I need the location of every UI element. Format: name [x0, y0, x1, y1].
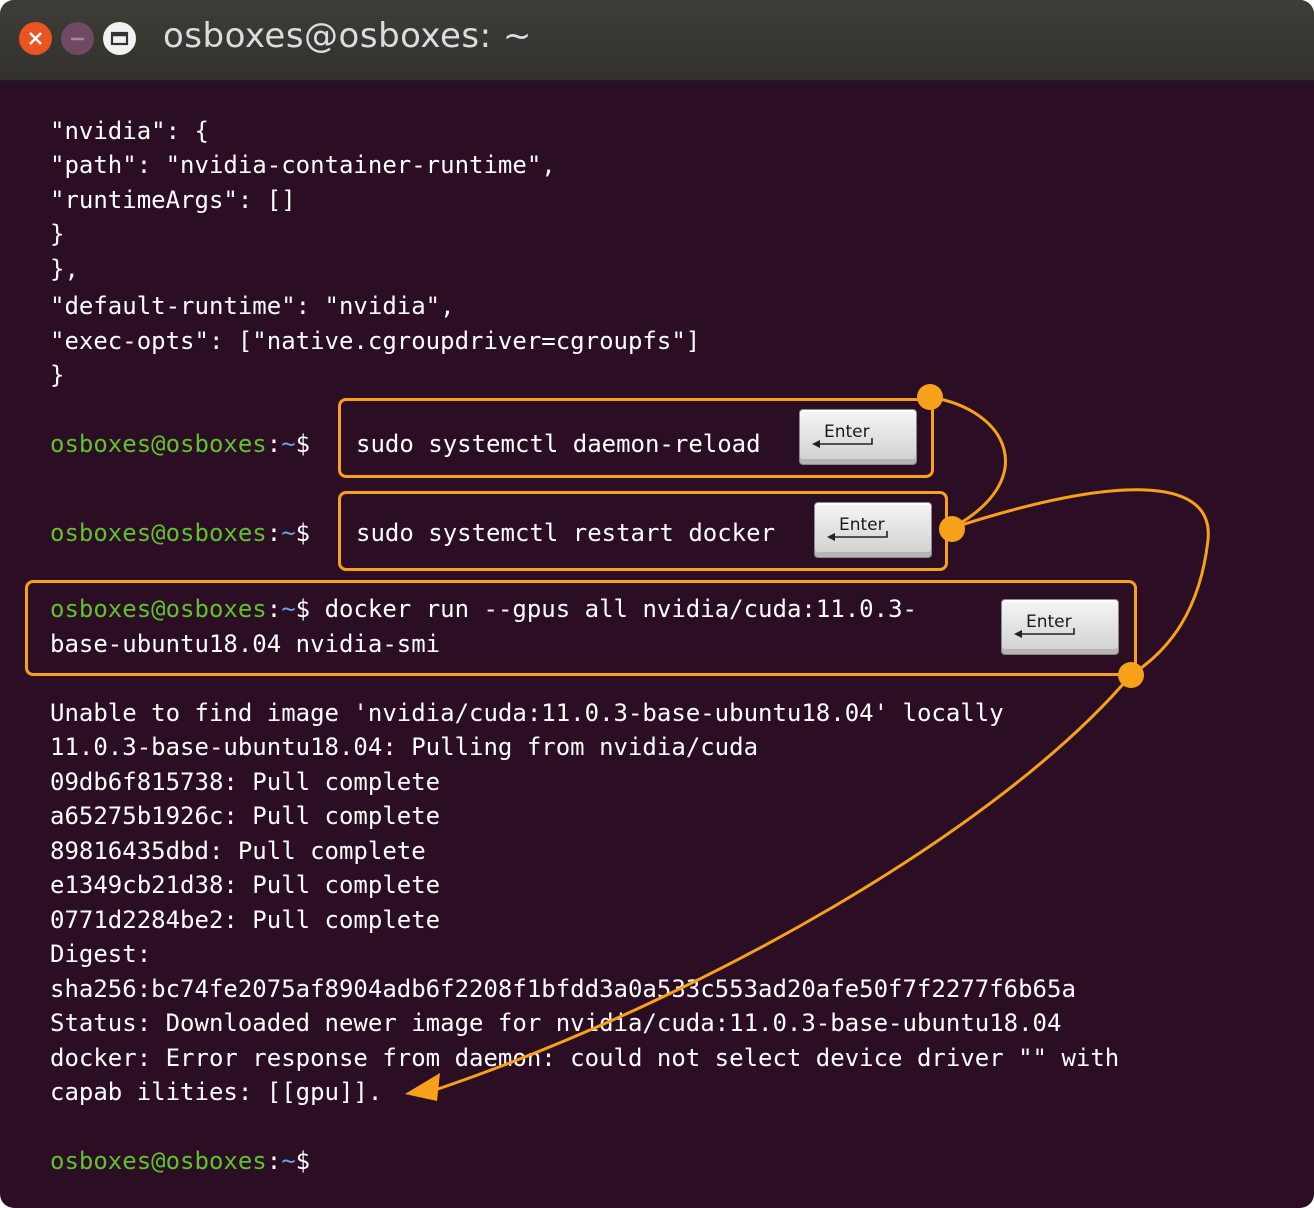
arrowhead-icon — [405, 1073, 440, 1101]
annotation-arrows — [405, 384, 1210, 1101]
connector-dot — [917, 384, 943, 410]
connector-arrow-3 — [434, 674, 1133, 1092]
connector-dot — [1118, 662, 1144, 688]
connector-arrow-1 — [929, 395, 1007, 530]
terminal-window: osboxes@osboxes: ~ "nvidia": { "path": "… — [0, 0, 1314, 1208]
connector-dot — [939, 516, 965, 542]
connector-arrow-2 — [951, 488, 1210, 677]
